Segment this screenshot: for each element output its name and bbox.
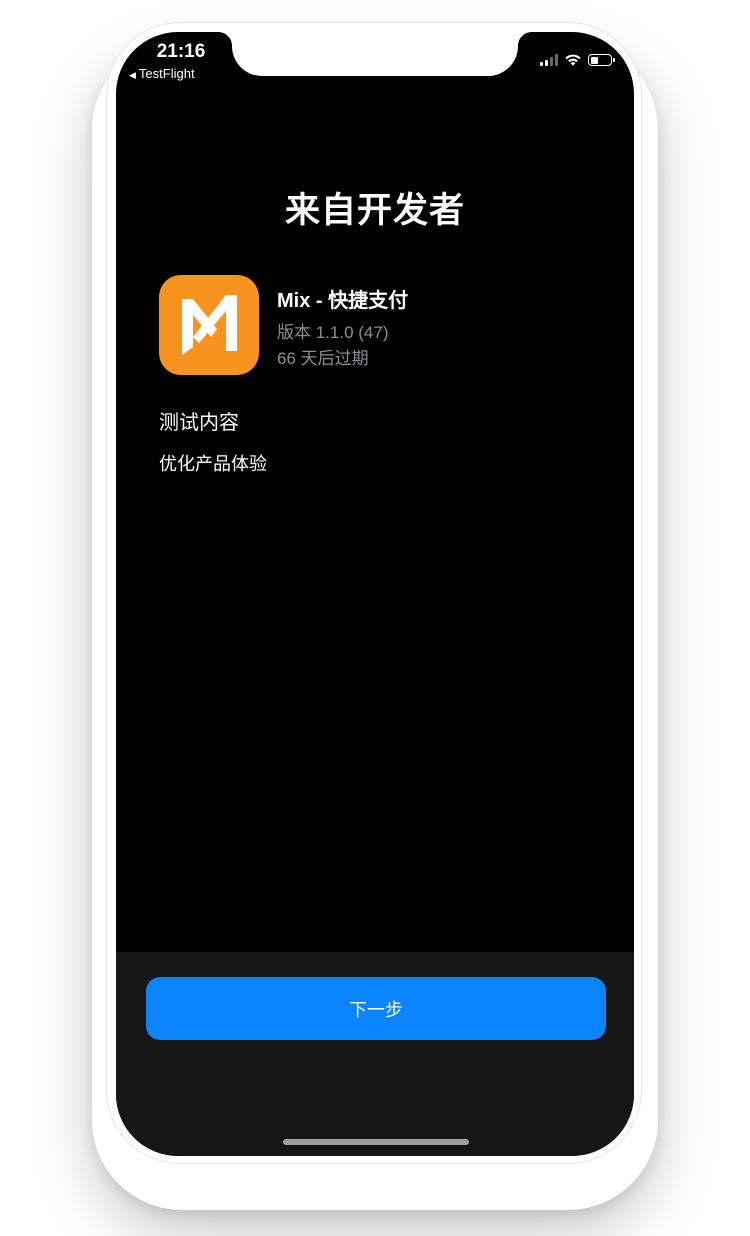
back-triangle-icon: ◀ [129, 70, 136, 80]
home-indicator[interactable] [283, 1139, 469, 1145]
status-icons [540, 52, 615, 68]
app-version: 版本 1.1.0 (47) [277, 323, 389, 342]
status-time: 21:16 [156, 41, 206, 62]
mix-app-icon [159, 275, 259, 375]
app-expiry: 66 天后过期 [277, 349, 369, 368]
next-button[interactable]: 下一步 [146, 977, 606, 1040]
test-content-body: 优化产品体验 [159, 454, 267, 475]
back-app-label: TestFlight [138, 66, 195, 81]
battery-icon [588, 54, 615, 66]
wifi-icon [565, 54, 581, 66]
page-title: 来自开发者 [284, 191, 465, 231]
back-to-app-link[interactable]: ◀ TestFlight [129, 66, 195, 81]
cellular-signal-icon [540, 54, 558, 66]
mix-logo-icon [182, 295, 237, 355]
test-content-heading: 测试内容 [159, 410, 239, 434]
phone-screen: 21:16 ◀ TestFlight 来自开发者 Mix - 快捷支付 版本 1.… [116, 32, 634, 1156]
app-name: Mix - 快捷支付 [277, 290, 409, 312]
notch [218, 32, 532, 76]
